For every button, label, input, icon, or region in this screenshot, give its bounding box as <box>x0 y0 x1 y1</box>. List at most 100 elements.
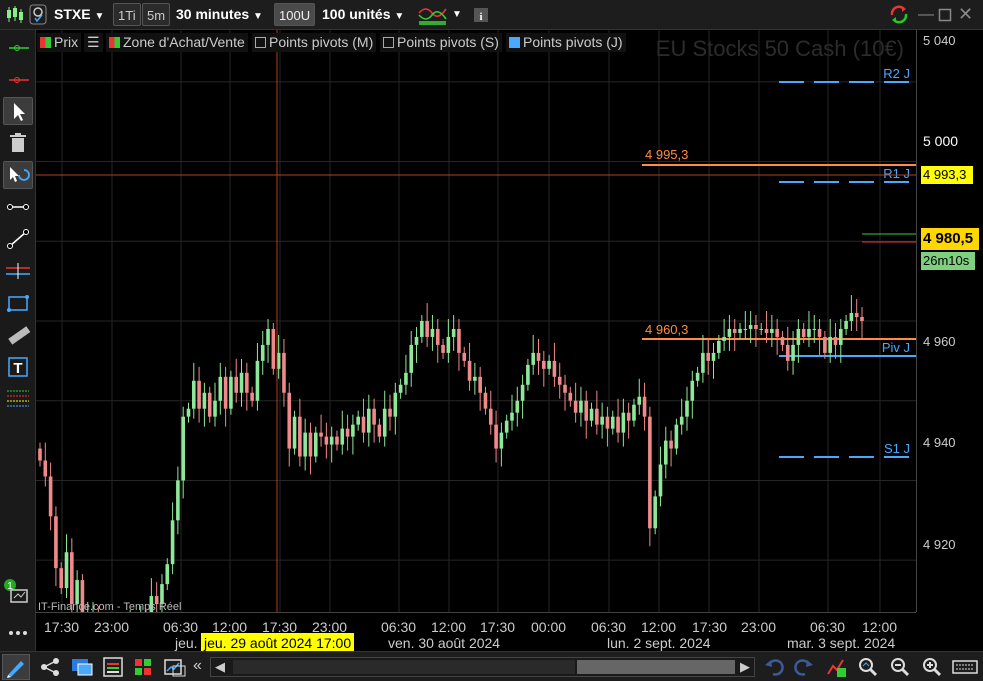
info-icon[interactable]: i <box>473 3 489 26</box>
legend-pivots-m[interactable]: Points pivots (M) <box>252 33 377 52</box>
legend-prix[interactable]: Prix <box>37 33 82 52</box>
pivot-s1-label: S1 J <box>884 441 910 456</box>
legend-pivots-s[interactable]: Points pivots (S) <box>380 33 502 52</box>
list-icon[interactable]: ☰ <box>84 33 103 52</box>
zoom-out-icon[interactable] <box>888 656 912 681</box>
candle-body <box>446 336 451 353</box>
candle-body <box>329 436 334 445</box>
redo-icon[interactable] <box>793 656 815 681</box>
chart-settings-icon[interactable] <box>825 656 849 681</box>
timeframe-selector[interactable]: 30 minutes ▼ <box>176 3 263 26</box>
units-100u-button[interactable]: 100U <box>274 3 316 26</box>
candle-body <box>563 384 567 393</box>
list-window-icon[interactable] <box>102 656 124 681</box>
candle-body <box>488 408 493 425</box>
x-date: ven. 30 août 2024 <box>388 635 501 651</box>
text-tool-icon[interactable]: T <box>3 353 33 381</box>
chevron-down-icon[interactable]: ▼ <box>452 3 462 26</box>
price-axis[interactable]: 5 040 5 000 4 960 4 940 4 920 4 993,3 4 … <box>916 30 983 612</box>
minimize-icon[interactable]: — <box>918 3 934 26</box>
drawing-toolbar: T 1 <box>0 30 36 651</box>
interval-1ti-button[interactable]: 1Ti <box>113 3 141 26</box>
candle-body <box>38 448 42 461</box>
scroll-thumb[interactable] <box>577 660 735 674</box>
checkbox-icon[interactable] <box>383 37 394 48</box>
candle-body <box>653 496 657 529</box>
candle-body <box>610 416 615 429</box>
candle-body <box>165 564 170 585</box>
fibonacci-tool-icon[interactable] <box>3 385 33 413</box>
legend-zone-label: Zone d'Achat/Vente <box>123 34 245 50</box>
scroll-track[interactable] <box>233 660 575 674</box>
candle-body <box>531 352 535 365</box>
scroll-left-icon[interactable]: ◀ <box>215 659 225 675</box>
candle-body <box>727 328 732 337</box>
candle-body <box>223 376 228 409</box>
y-tick: 4 940 <box>923 435 956 450</box>
interval-5m-button[interactable]: 5m <box>142 3 171 26</box>
pencil-icon[interactable] <box>2 654 30 680</box>
ruler-icon[interactable] <box>3 321 33 349</box>
price-chart[interactable]: EU Stocks 50 Cash (10€) R2 J R1 J Piv J … <box>36 30 916 678</box>
candle-body <box>282 352 286 393</box>
candlestick-icon[interactable] <box>4 3 26 26</box>
close-icon[interactable]: ✕ <box>958 3 973 26</box>
checkbox-checked-icon[interactable] <box>509 37 520 48</box>
undo-icon[interactable] <box>763 656 785 681</box>
red-line-tool-icon[interactable] <box>3 66 33 94</box>
scroll-left-double-icon[interactable]: « <box>193 657 202 675</box>
candle-body <box>298 416 302 457</box>
chat-icon[interactable] <box>70 656 94 681</box>
scroll-right-icon[interactable]: ▶ <box>740 659 750 675</box>
candle-body <box>377 424 382 437</box>
zoom-fit-icon[interactable] <box>856 656 880 681</box>
candle-body <box>568 392 573 401</box>
checkbox-icon[interactable] <box>255 37 266 48</box>
candle-body <box>701 352 705 373</box>
indicator-icon[interactable] <box>418 3 448 26</box>
cursor-icon[interactable] <box>3 97 33 125</box>
chart-watermark: EU Stocks 50 Cash (10€) <box>656 36 904 61</box>
candle-body <box>229 376 233 409</box>
candle-body <box>457 328 461 353</box>
horizontal-lines-tool-icon[interactable] <box>3 257 33 285</box>
segment-tool-icon[interactable] <box>3 193 33 221</box>
keyboard-icon[interactable] <box>952 657 978 680</box>
order-book-icon[interactable] <box>132 656 154 681</box>
legend-pivots-j[interactable]: Points pivots (J) <box>506 33 626 52</box>
candle-body <box>207 392 212 417</box>
candle-body <box>536 352 541 361</box>
sync-icon[interactable] <box>888 3 910 26</box>
x-tick: 12:00 <box>862 619 898 635</box>
candle-body <box>595 408 599 425</box>
units-selector[interactable]: 100 unités ▼ <box>322 3 404 26</box>
candle-body <box>770 328 774 333</box>
link-gear-icon[interactable] <box>28 3 48 26</box>
rectangle-tool-icon[interactable] <box>3 289 33 317</box>
candle-body <box>663 440 668 465</box>
pivot-r1-label: R1 J <box>883 166 910 181</box>
new-chart-icon[interactable] <box>163 656 187 681</box>
candle-body <box>573 400 578 413</box>
symbol-selector[interactable]: STXE ▼ <box>54 3 104 26</box>
candle-body <box>542 360 546 369</box>
trash-icon[interactable] <box>3 129 33 157</box>
zoom-in-icon[interactable] <box>920 656 944 681</box>
maximize-icon[interactable] <box>938 3 952 26</box>
horizontal-scrollbar[interactable]: ◀ ▶ <box>210 657 755 677</box>
green-line-tool-icon[interactable] <box>3 34 33 62</box>
more-options-icon[interactable] <box>3 620 33 648</box>
candle-body <box>186 408 191 417</box>
share-icon[interactable] <box>38 656 62 681</box>
candle-body <box>260 344 265 361</box>
candle-body <box>648 416 652 529</box>
candle-body <box>351 424 355 437</box>
candle-body <box>483 392 488 409</box>
legend-zone[interactable]: Zone d'Achat/Vente <box>106 33 248 52</box>
candle-body <box>791 344 795 361</box>
trendline-tool-icon[interactable] <box>3 225 33 253</box>
candle-body <box>372 408 376 425</box>
cursor-reset-icon[interactable] <box>3 161 33 189</box>
alerts-icon[interactable]: 1 <box>3 578 33 606</box>
time-axis[interactable]: 17:30 23:00 06:30 12:00 17:30 23:00 06:3… <box>36 612 916 653</box>
